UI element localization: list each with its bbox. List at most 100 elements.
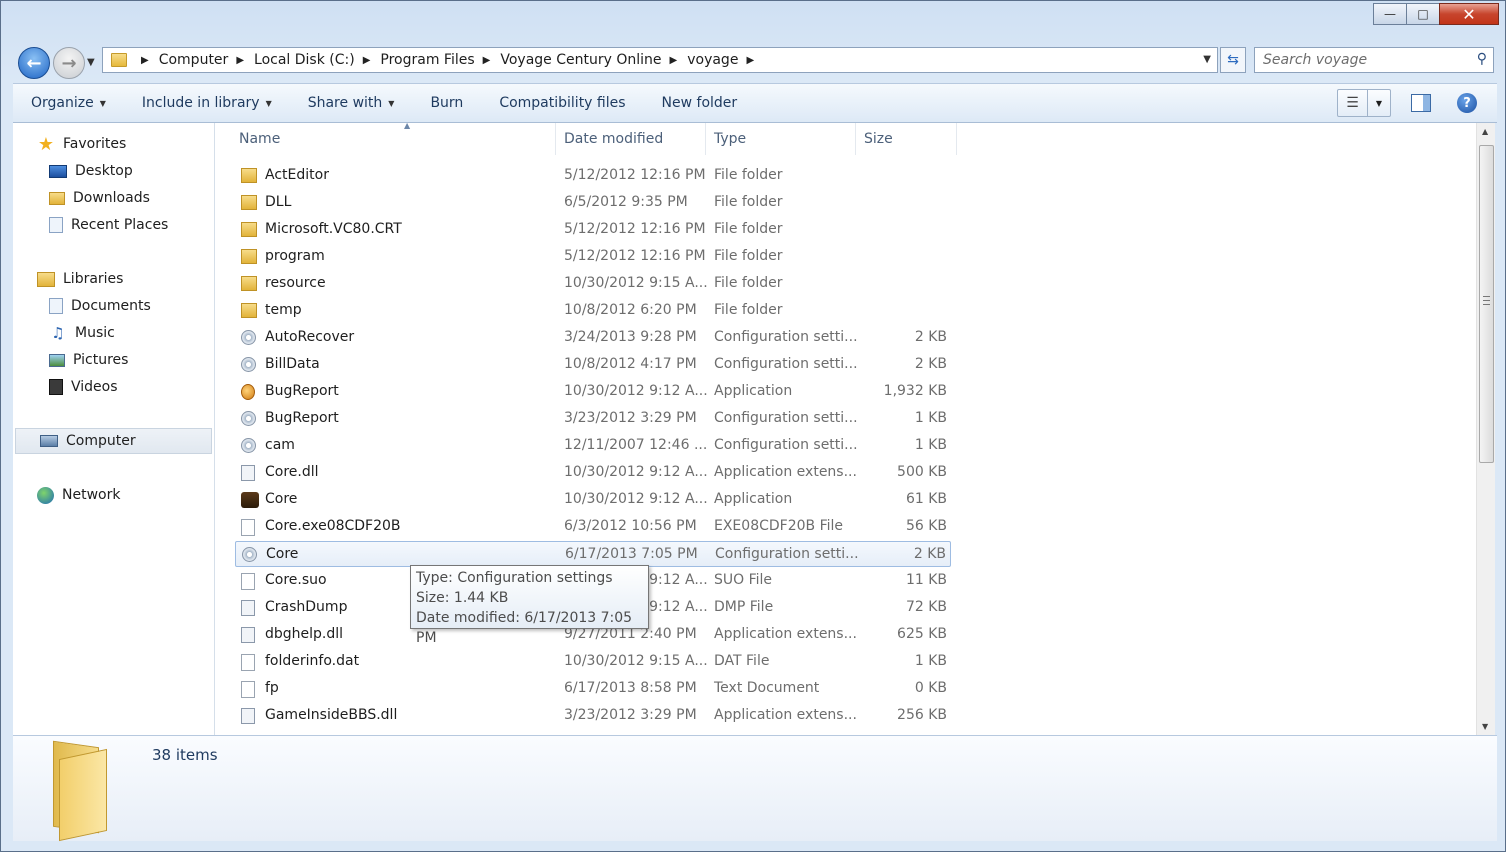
new-folder-button[interactable]: New folder <box>644 95 756 111</box>
organize-menu[interactable]: Organize ▼ <box>13 95 124 111</box>
search-icon[interactable]: ⚲ <box>1477 51 1487 67</box>
title-bar[interactable]: — □ ✕ <box>1 1 1505 37</box>
file-row[interactable]: BugReport 10/30/2012 9:12 A... Application… <box>235 379 951 405</box>
column-header-name[interactable]: Name ▲ <box>231 123 556 155</box>
help-icon[interactable]: ? <box>1457 93 1477 113</box>
file-row[interactable]: BillData 10/8/2012 4:17 PM Configuration s… <box>235 352 951 378</box>
file-row[interactable]: Core.exe08CDF20B 6/3/2012 10:56 PM EXE08CD… <box>235 514 951 540</box>
sidebar-item-recent-places[interactable]: Recent Places <box>13 212 213 238</box>
recent-pages-dropdown[interactable]: ▼ <box>87 57 95 68</box>
breadcrumb-separator-icon[interactable]: ▶ <box>483 55 491 66</box>
recent-places-icon <box>49 217 63 233</box>
file-row[interactable]: Core 10/30/2012 9:12 A... Application 61 KB <box>235 487 951 513</box>
close-button[interactable]: ✕ <box>1439 3 1499 25</box>
preview-pane-icon[interactable] <box>1411 94 1431 112</box>
file-name: program <box>265 248 325 264</box>
breadcrumb-program-files[interactable]: Program Files ▶ <box>380 52 500 68</box>
file-row[interactable]: BugReport 3/23/2012 3:29 PM Configuration … <box>235 406 951 432</box>
breadcrumb-voyage-century-online[interactable]: Voyage Century Online ▶ <box>500 52 687 68</box>
file-date-modified: 6/17/2013 8:58 PM <box>564 680 697 696</box>
minimize-icon: — <box>1384 7 1396 21</box>
navigation-pane: ★ Favorites Desktop Downloads Recent Plac… <box>13 123 215 735</box>
compatibility-files-button[interactable]: Compatibility files <box>481 95 643 111</box>
file-name: Core <box>266 546 299 562</box>
file-date-modified: 6/3/2012 10:56 PM <box>564 518 697 534</box>
file-row[interactable]: cam 12/11/2007 12:46 ... Configuration set… <box>235 433 951 459</box>
search-input[interactable] <box>1263 49 1463 71</box>
minimize-button[interactable]: — <box>1373 3 1407 25</box>
share-with-menu[interactable]: Share with ▼ <box>290 95 413 111</box>
change-view-button[interactable]: ☰ ▼ <box>1337 89 1391 117</box>
breadcrumb-local-disk[interactable]: Local Disk (C:) ▶ <box>254 52 380 68</box>
sidebar-item-libraries[interactable]: Libraries <box>13 266 213 292</box>
vertical-scrollbar[interactable]: ▲ ▼ <box>1476 123 1495 735</box>
file-row[interactable]: Core.dll 10/30/2012 9:12 A... Application … <box>235 460 951 486</box>
breadcrumb-separator-icon[interactable]: ▶ <box>746 55 754 66</box>
file-row[interactable]: DLL 6/5/2012 9:35 PM File folder <box>235 190 951 216</box>
downloads-folder-icon <box>49 191 65 205</box>
file-row[interactable]: Microsoft.VC80.CRT 5/12/2012 12:16 PM File… <box>235 217 951 243</box>
folder-icon <box>241 276 257 291</box>
search-box[interactable]: ⚲ <box>1254 47 1494 73</box>
sort-ascending-icon: ▲ <box>404 123 411 130</box>
file-size: 56 KB <box>905 518 947 534</box>
file-size: 2 KB <box>914 329 947 345</box>
file-row[interactable]: GameInsideBBS.dll 3/23/2012 3:29 PM Applic… <box>235 703 951 729</box>
scroll-down-arrow-icon[interactable]: ▼ <box>1482 722 1488 731</box>
config-icon <box>241 438 256 453</box>
sidebar-item-network[interactable]: Network <box>13 482 213 508</box>
sidebar-item-computer[interactable]: Computer <box>15 428 212 454</box>
computer-icon <box>40 435 58 447</box>
maximize-button[interactable]: □ <box>1406 3 1440 25</box>
breadcrumb-voyage[interactable]: voyage ▶ <box>687 52 764 68</box>
sidebar-item-music[interactable]: ♫ Music <box>13 320 213 346</box>
breadcrumb-separator-icon[interactable]: ▶ <box>670 55 678 66</box>
file-row[interactable]: program 5/12/2012 12:16 PM File folder <box>235 244 951 270</box>
file-size: 0 KB <box>914 680 947 696</box>
back-button[interactable]: ← <box>18 47 50 79</box>
breadcrumb-separator-icon[interactable]: ▶ <box>141 55 149 66</box>
file-name: fp <box>265 680 279 696</box>
blank-file-icon <box>241 519 255 536</box>
sidebar-item-desktop[interactable]: Desktop <box>13 158 213 184</box>
pictures-icon <box>49 353 65 367</box>
address-history-dropdown[interactable]: ▼ <box>1203 54 1211 65</box>
forward-button[interactable]: → <box>53 47 85 79</box>
breadcrumb-computer[interactable]: Computer ▶ <box>159 52 254 68</box>
file-type: File folder <box>714 194 783 210</box>
file-row[interactable]: folderinfo.dat 10/30/2012 9:15 A... DAT Fi… <box>235 649 951 675</box>
sidebar-item-favorites[interactable]: ★ Favorites <box>13 131 213 157</box>
file-row[interactable]: resource 10/30/2012 9:15 A... File folder <box>235 271 951 297</box>
burn-button[interactable]: Burn <box>412 95 481 111</box>
file-row[interactable]: ActEditor 5/12/2012 12:16 PM File folder <box>235 163 951 189</box>
file-type: File folder <box>714 248 783 264</box>
file-row[interactable]: temp 10/8/2012 6:20 PM File folder <box>235 298 951 324</box>
scrollbar-thumb[interactable] <box>1479 145 1494 463</box>
sidebar-item-downloads[interactable]: Downloads <box>13 185 213 211</box>
sidebar-item-documents[interactable]: Documents <box>13 293 213 319</box>
scroll-up-arrow-icon[interactable]: ▲ <box>1482 127 1488 136</box>
file-name: DLL <box>265 194 292 210</box>
file-row[interactable]: AutoRecover 3/24/2013 9:28 PM Configuratio… <box>235 325 951 351</box>
sidebar-item-videos[interactable]: Videos <box>13 374 213 400</box>
file-row[interactable]: fp 6/17/2013 8:58 PM Text Document 0 KB <box>235 676 951 702</box>
refresh-button[interactable]: ⇆ <box>1220 47 1246 73</box>
file-row[interactable]: Core 6/17/2013 7:05 PM Configuration setti… <box>235 541 951 567</box>
column-header-type[interactable]: Type <box>706 123 856 155</box>
breadcrumb-separator-icon[interactable]: ▶ <box>363 55 371 66</box>
file-type: Configuration setti... <box>714 356 858 372</box>
file-name: Core.exe08CDF20B <box>265 518 401 534</box>
include-in-library-menu[interactable]: Include in library ▼ <box>124 95 290 111</box>
chevron-down-icon[interactable]: ▼ <box>1368 99 1390 108</box>
chevron-down-icon: ▼ <box>265 98 272 108</box>
address-bar[interactable]: ▶ Computer ▶ Local Disk (C:) ▶ Program Fil… <box>102 47 1218 73</box>
explorer-window: — □ ✕ ← → ▼ ▶ Computer ▶ Local Disk (C:) ▶… <box>0 0 1506 852</box>
column-header-date-modified[interactable]: Date modified <box>556 123 706 155</box>
file-date-modified: 10/30/2012 9:15 A... <box>564 653 708 669</box>
breadcrumb-separator-icon[interactable]: ▶ <box>236 55 244 66</box>
file-type: Configuration setti... <box>714 410 858 426</box>
column-header-size[interactable]: Size <box>856 123 957 155</box>
folder-icon <box>241 249 257 264</box>
sidebar-item-pictures[interactable]: Pictures <box>13 347 213 373</box>
details-view-icon[interactable]: ☰ <box>1338 90 1368 116</box>
